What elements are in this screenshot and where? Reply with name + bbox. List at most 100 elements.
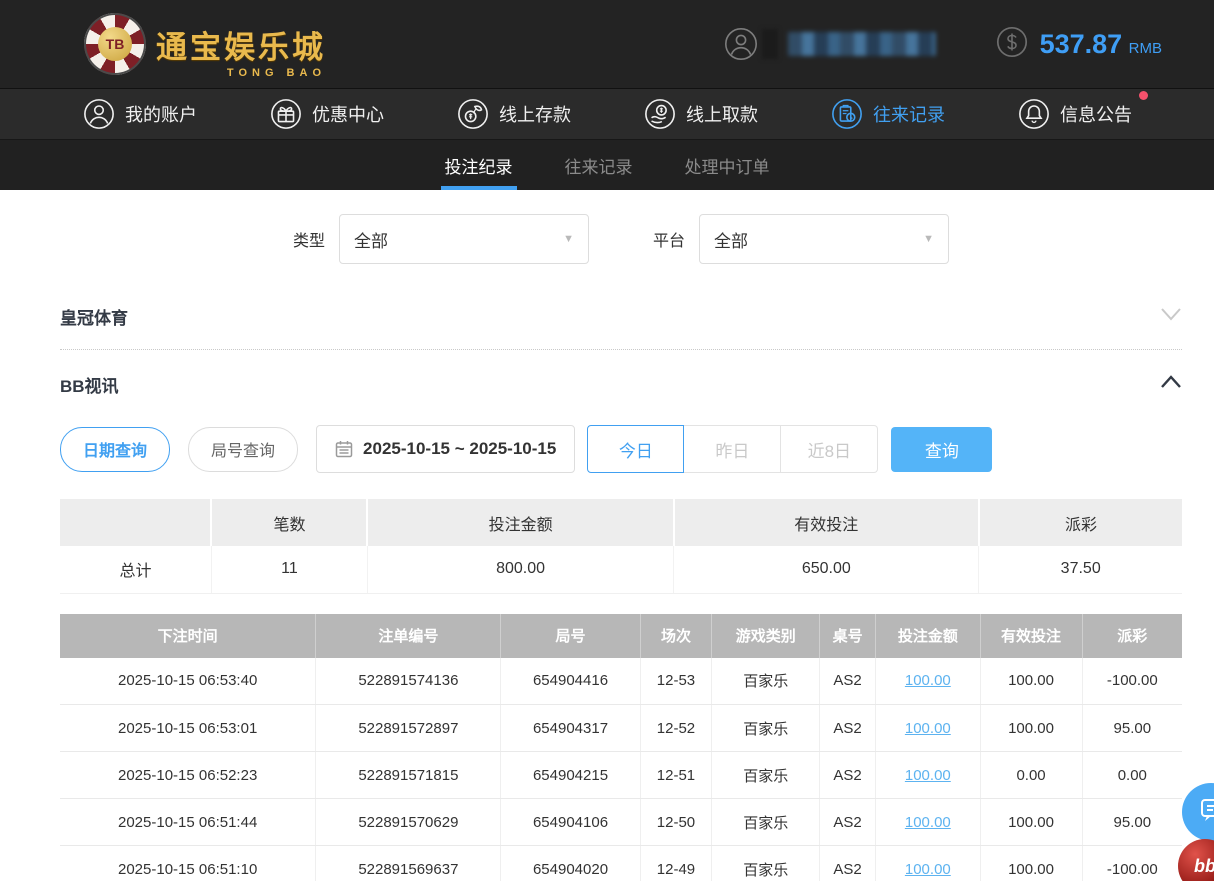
nav-item-deposit[interactable]: 线上存款	[456, 97, 571, 131]
cell-game: 百家乐	[712, 846, 820, 881]
balance[interactable]: 537.87 RMB	[996, 26, 1162, 63]
cell-round: 654904416	[501, 658, 640, 705]
site-logo[interactable]: TB 通宝娱乐城 TONG BAO	[84, 13, 326, 75]
logo-title: 通宝娱乐城	[156, 22, 326, 67]
summary-cell: 11	[211, 546, 367, 593]
chevron-up-icon[interactable]	[1160, 375, 1182, 394]
cell-time: 2025-10-15 06:53:01	[60, 705, 316, 752]
chevron-down-icon[interactable]	[1160, 307, 1182, 326]
quick-date-group: 今日昨日近8日	[587, 425, 878, 473]
bet-amount-link[interactable]: 100.00	[905, 814, 951, 831]
date-range-value: 2025-10-15 ~ 2025-10-15	[363, 439, 556, 459]
platform-filter-label: 平台	[653, 227, 685, 251]
deposit-icon	[456, 97, 490, 131]
cell-bet-amount[interactable]: 100.00	[876, 846, 980, 881]
nav-item-records[interactable]: 往来记录	[830, 97, 945, 131]
content: 类型 全部 ▼ 平台 全部 ▼ 皇冠体育 BB视讯 日期查询 局号查询	[0, 190, 1214, 881]
round-query-button[interactable]: 局号查询	[188, 427, 298, 472]
table-row: 2025-10-15 06:51:10522891569637654904020…	[60, 846, 1182, 881]
bet-amount-link[interactable]: 100.00	[905, 720, 951, 737]
bet-amount-link[interactable]: 100.00	[905, 861, 951, 878]
cell-bet-amount[interactable]: 100.00	[876, 799, 980, 846]
avatar-blur	[762, 29, 778, 59]
cell-round: 654904317	[501, 705, 640, 752]
sub-tab-2[interactable]: 处理中订单	[681, 140, 774, 190]
user-icon	[724, 27, 758, 61]
cell-bet-amount[interactable]: 100.00	[876, 658, 980, 705]
sub-tab-label: 投注纪录	[445, 153, 513, 178]
cell-round: 654904106	[501, 799, 640, 846]
cell-session: 12-50	[640, 799, 712, 846]
user-info[interactable]	[724, 27, 936, 61]
chevron-down-icon: ▼	[563, 233, 574, 245]
cell-bet-id: 522891570629	[316, 799, 501, 846]
sub-tab-0[interactable]: 投注纪录	[441, 140, 517, 190]
cell-table: AS2	[820, 799, 876, 846]
records-icon	[830, 97, 864, 131]
bet-header-cell: 有效投注	[980, 614, 1082, 658]
summary-header-cell	[60, 499, 211, 546]
summary-cell: 总计	[60, 546, 211, 593]
platform-select[interactable]: 全部 ▼	[699, 214, 949, 264]
cell-valid-bet: 100.00	[980, 705, 1082, 752]
summary-table: 笔数投注金额有效投注派彩 总计11800.00650.0037.50	[60, 499, 1182, 594]
table-row: 2025-10-15 06:53:01522891572897654904317…	[60, 705, 1182, 752]
nav-item-label: 往来记录	[873, 101, 945, 127]
cell-time: 2025-10-15 06:51:10	[60, 846, 316, 881]
table-row: 2025-10-15 06:53:40522891574136654904416…	[60, 658, 1182, 705]
sub-tab-1[interactable]: 往来记录	[561, 140, 637, 190]
cell-time: 2025-10-15 06:51:44	[60, 799, 316, 846]
bell-icon	[1017, 97, 1051, 131]
dollar-circle-icon	[996, 26, 1028, 63]
quick-date-button-1[interactable]: 昨日	[684, 425, 781, 473]
balance-amount: 537.87	[1040, 29, 1123, 59]
sub-nav: 投注纪录 往来记录处理中订单	[0, 139, 1214, 190]
cell-table: AS2	[820, 752, 876, 799]
nav-item-bell[interactable]: 信息公告	[1017, 97, 1132, 131]
summary-header-cell: 有效投注	[674, 499, 979, 546]
section-title-bb: BB视讯	[60, 372, 119, 397]
cell-bet-id: 522891571815	[316, 752, 501, 799]
nav-item-account[interactable]: 我的账户	[82, 97, 197, 131]
top-header: TB 通宝娱乐城 TONG BAO	[0, 0, 1214, 88]
nav-item-gift[interactable]: 优惠中心	[269, 97, 384, 131]
quick-date-button-0[interactable]: 今日	[587, 425, 684, 473]
chevron-down-icon: ▼	[923, 233, 934, 245]
cell-session: 12-53	[640, 658, 712, 705]
summary-header-cell: 派彩	[979, 499, 1182, 546]
type-select-value: 全部	[354, 227, 388, 252]
chat-icon	[1198, 797, 1214, 828]
date-range-picker[interactable]: 2025-10-15 ~ 2025-10-15	[316, 425, 575, 473]
platform-select-value: 全部	[714, 227, 748, 252]
date-query-button[interactable]: 日期查询	[60, 427, 170, 472]
account-icon	[82, 97, 116, 131]
section-bb-video[interactable]: BB视讯	[60, 350, 1182, 417]
bet-table: 下注时间注单编号局号场次游戏类别桌号投注金额有效投注派彩 2025-10-15 …	[60, 614, 1182, 881]
cell-bet-id: 522891572897	[316, 705, 501, 752]
cell-payout: 0.00	[1082, 752, 1182, 799]
bet-header-cell: 下注时间	[60, 614, 316, 658]
cell-table: AS2	[820, 658, 876, 705]
filter-row: 类型 全部 ▼ 平台 全部 ▼	[60, 190, 1182, 282]
type-select[interactable]: 全部 ▼	[339, 214, 589, 264]
logo-subtitle: TONG BAO	[227, 67, 326, 79]
section-title-crown: 皇冠体育	[60, 304, 128, 329]
query-controls: 日期查询 局号查询 2025-10-15 ~ 2025-10-15 今日昨日近8…	[60, 417, 1182, 499]
nav-item-withdraw[interactable]: 线上取款	[643, 97, 758, 131]
search-button[interactable]: 查询	[891, 427, 992, 472]
bet-amount-link[interactable]: 100.00	[905, 672, 951, 689]
cell-bet-amount[interactable]: 100.00	[876, 705, 980, 752]
quick-date-button-2[interactable]: 近8日	[781, 425, 878, 473]
cell-game: 百家乐	[712, 705, 820, 752]
nav-item-label: 线上取款	[686, 101, 758, 127]
cell-bet-amount[interactable]: 100.00	[876, 752, 980, 799]
section-crown-sports[interactable]: 皇冠体育	[60, 282, 1182, 349]
bet-amount-link[interactable]: 100.00	[905, 767, 951, 784]
cell-round: 654904215	[501, 752, 640, 799]
table-row: 2025-10-15 06:51:44522891570629654904106…	[60, 799, 1182, 846]
bet-header-cell: 游戏类别	[712, 614, 820, 658]
balance-currency: RMB	[1129, 40, 1162, 57]
cell-payout: -100.00	[1082, 658, 1182, 705]
cell-payout: 95.00	[1082, 799, 1182, 846]
summary-cell: 37.50	[979, 546, 1182, 593]
